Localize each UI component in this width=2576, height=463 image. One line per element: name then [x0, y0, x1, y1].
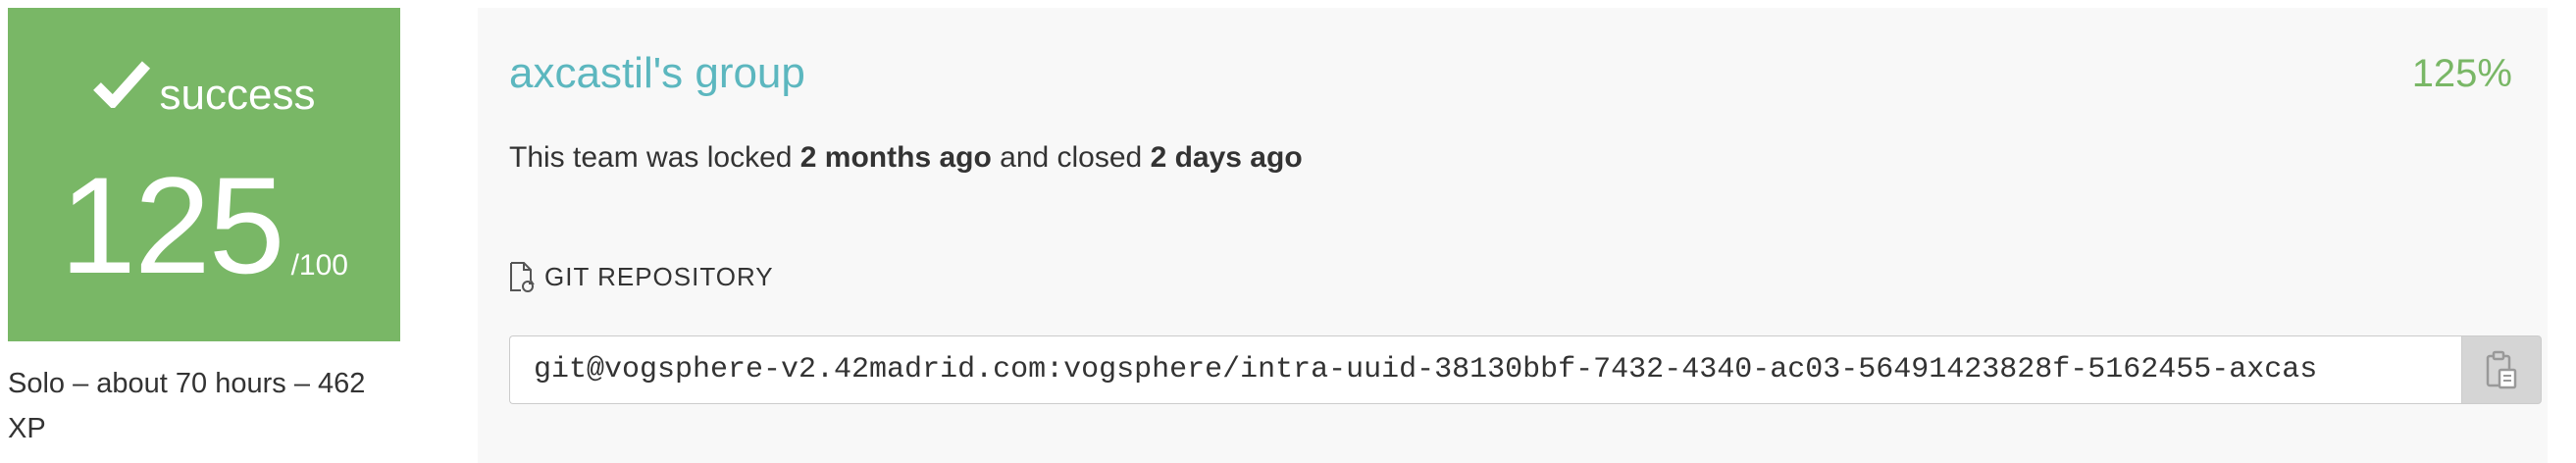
status-row: success — [8, 59, 400, 119]
team-percent: 125% — [2411, 52, 2512, 95]
repo-header: GIT REPOSITORY — [509, 261, 774, 292]
score-card: success 125 /100 — [8, 8, 400, 341]
grade-value: 125 — [60, 148, 285, 302]
check-icon — [92, 59, 150, 111]
details-panel: axcastil's group 125% This team was lock… — [478, 8, 2548, 463]
lock-info-middle: and closed — [991, 141, 1151, 174]
clipboard-icon — [2485, 350, 2518, 389]
closed-ago: 2 days ago — [1150, 141, 1303, 174]
git-icon — [509, 261, 535, 292]
lock-info-prefix: This team was locked — [509, 141, 800, 174]
repo-url-input[interactable] — [509, 335, 2461, 404]
repo-header-label: GIT REPOSITORY — [544, 261, 774, 291]
lock-info: This team was locked 2 months ago and cl… — [509, 133, 1303, 182]
team-name-link[interactable]: axcastil's group — [509, 39, 805, 108]
project-team-page: success 125 /100 Solo – about 70 hours –… — [0, 0, 2576, 463]
copy-repo-button[interactable] — [2461, 335, 2542, 404]
team-meta: Solo – about 70 hours – 462 XP — [8, 368, 366, 444]
locked-ago: 2 months ago — [799, 141, 992, 174]
status-label: success — [159, 71, 316, 119]
repo-field — [509, 335, 2542, 404]
grade-max: /100 — [290, 249, 348, 282]
grade-row: 125 /100 — [8, 157, 400, 294]
